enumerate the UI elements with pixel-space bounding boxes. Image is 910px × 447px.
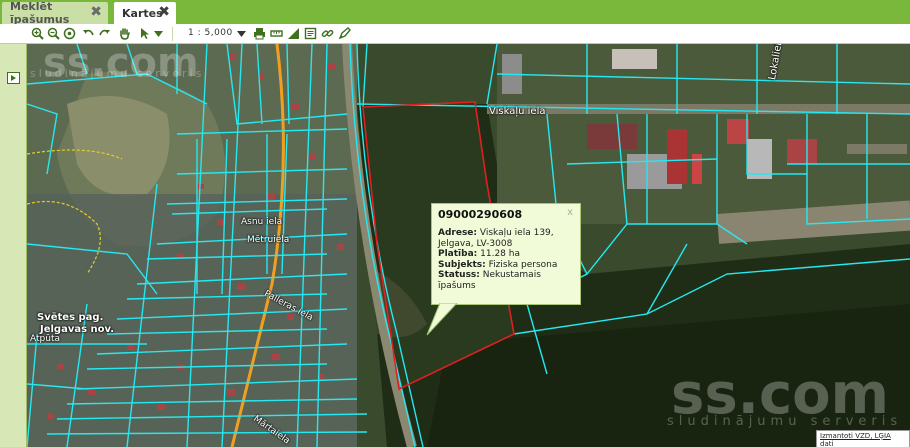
cadastre-number: 09000290608: [438, 208, 523, 221]
redo-icon[interactable]: [98, 27, 111, 40]
map-toolbar: 1 : 5,000: [0, 24, 910, 44]
tab-search-properties[interactable]: Meklēt īpašumus ✖: [2, 0, 108, 26]
popup-tail: [426, 303, 458, 336]
toolbar-separator: [172, 27, 173, 41]
close-icon[interactable]: ✖: [90, 5, 102, 19]
tab-bar: Meklēt īpašumus ✖ Kartes ✖: [0, 0, 910, 26]
select-pointer-icon[interactable]: [138, 27, 151, 40]
zoom-in-icon[interactable]: [31, 27, 44, 40]
side-panel-collapsed: [0, 44, 27, 447]
close-icon[interactable]: x: [567, 207, 573, 218]
street-label: Mētruiela: [247, 235, 290, 245]
print-icon[interactable]: [253, 27, 266, 40]
pan-hand-icon[interactable]: [118, 27, 131, 40]
subject-value: Fiziska persona: [488, 259, 558, 270]
watermark-subtitle: sludinājumu serveris: [30, 67, 205, 80]
draw-icon[interactable]: [338, 27, 351, 40]
place-label: Atpūta: [30, 334, 60, 344]
expand-panel-icon[interactable]: [7, 72, 20, 84]
scale-dropdown-icon[interactable]: [235, 27, 248, 40]
street-label: Viskaļu iela: [489, 106, 546, 117]
close-icon[interactable]: ✖: [158, 5, 170, 19]
region-label: Svētes pag.: [37, 312, 104, 323]
subject-label: Subjekts:: [438, 259, 486, 270]
zoom-extent-icon[interactable]: [63, 27, 76, 40]
area-value: 11.28 ha: [480, 249, 520, 259]
chevron-down-icon[interactable]: [152, 27, 165, 40]
undo-icon[interactable]: [82, 27, 95, 40]
attribution-link[interactable]: Izmantoti VZD, LĢIA dati: [816, 430, 910, 447]
zoom-out-icon[interactable]: [47, 27, 60, 40]
area-label: Platība:: [438, 249, 478, 259]
address-label: Adrese:: [438, 228, 478, 238]
identify-icon[interactable]: [304, 27, 317, 40]
tab-maps[interactable]: Kartes ✖: [114, 2, 176, 24]
link-icon[interactable]: [321, 27, 334, 40]
tab-label: Kartes: [122, 6, 163, 20]
watermark-subtitle: sludinājumu serveris: [667, 414, 903, 429]
measure-length-icon[interactable]: [270, 27, 283, 40]
parcel-info-popup: 09000290608 x Adrese: Viskaļu iela 139, …: [431, 203, 581, 305]
status-label: Statuss:: [438, 270, 480, 280]
measure-area-icon[interactable]: [287, 27, 300, 40]
street-label: Asnu iela: [241, 217, 283, 227]
scale-select[interactable]: 1 : 5,000: [188, 28, 233, 38]
